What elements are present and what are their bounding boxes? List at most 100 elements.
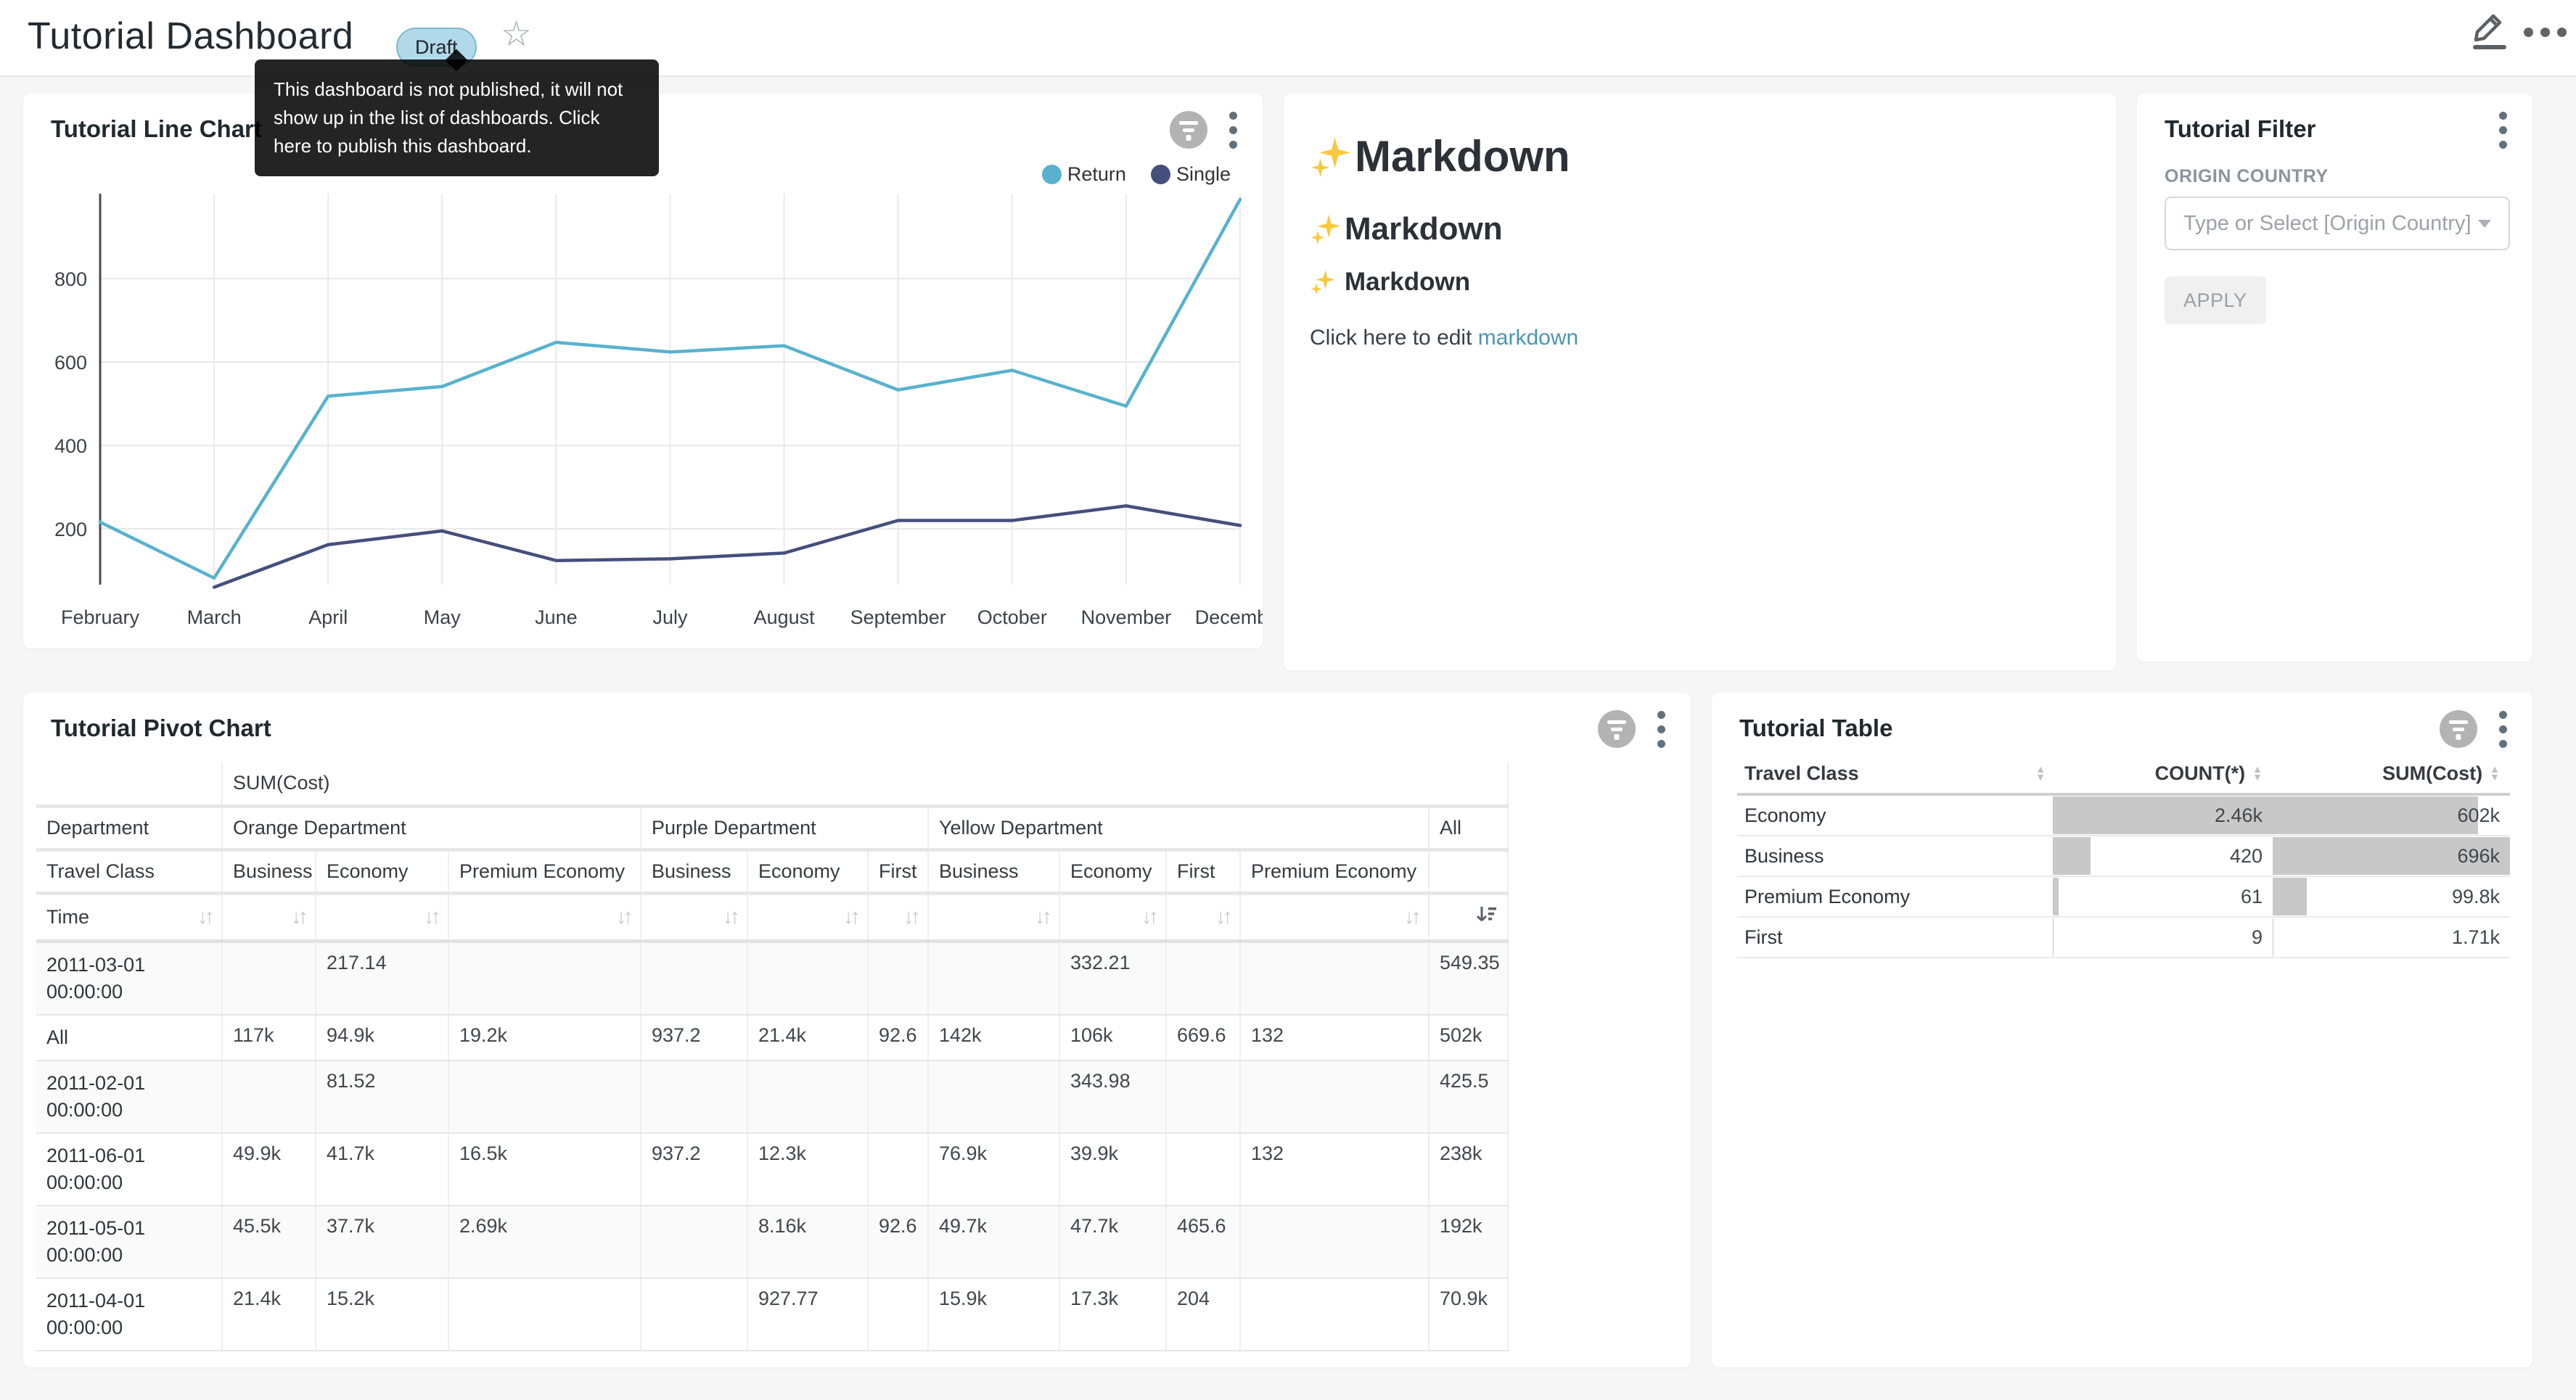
apply-button[interactable]: APPLY xyxy=(2165,276,2266,324)
pivot-chart-title: Tutorial Pivot Chart xyxy=(51,715,271,742)
travel-class-cell: First xyxy=(1737,918,2053,957)
pivot-row-label: 2011-05-01 00:00:00 xyxy=(36,1206,222,1278)
table-header-row: Travel Class▲▼COUNT(*)▲▼SUM(Cost)▲▼ xyxy=(1737,754,2510,796)
pivot-cell: 92.6 xyxy=(868,1015,928,1061)
pivot-cell xyxy=(641,1206,747,1278)
table-row: Business420696k xyxy=(1737,836,2510,877)
pivot-cell: 425.5 xyxy=(1429,1061,1508,1133)
pivot-cell: 217.14 xyxy=(316,941,448,1015)
svg-text:October: October xyxy=(977,606,1047,628)
pivot-row-label: 2011-04-01 00:00:00 xyxy=(36,1278,222,1351)
column-header-count[interactable]: COUNT(*)▲▼ xyxy=(2053,754,2273,793)
data-table: Travel Class▲▼COUNT(*)▲▼SUM(Cost)▲▼Econo… xyxy=(1737,754,2510,958)
svg-text:December: December xyxy=(1195,606,1263,628)
filter-kebab-menu-icon[interactable] xyxy=(2499,111,2509,149)
sort-caret-icon[interactable]: ▲▼ xyxy=(2490,765,2500,781)
pivot-cell xyxy=(448,941,641,1015)
sort-icon[interactable]: ↓↑ xyxy=(616,905,630,928)
travel-class-cell: Premium Economy xyxy=(1737,877,2053,916)
value-bar xyxy=(2053,878,2059,915)
sort-icon[interactable]: ↓↑ xyxy=(424,905,438,928)
pivot-cell xyxy=(222,1061,316,1133)
pivot-table: SUM(Cost)DepartmentOrange DepartmentPurp… xyxy=(36,762,1509,1351)
travel-class-cell: Economy xyxy=(1737,796,2053,835)
chart-kebab-menu-icon[interactable] xyxy=(1657,710,1668,748)
column-header-sum-cost[interactable]: SUM(Cost)▲▼ xyxy=(2273,754,2510,793)
pivot-cell: 343.98 xyxy=(1059,1061,1166,1133)
legend-item[interactable]: Return xyxy=(1042,163,1126,186)
pivot-row: 2011-04-01 00:00:0021.4k15.2k927.7715.9k… xyxy=(36,1278,1508,1351)
value-bar xyxy=(2053,837,2091,875)
svg-text:August: August xyxy=(754,606,816,628)
chart-legend: Return Single xyxy=(1042,163,1231,186)
filter-card-title: Tutorial Filter xyxy=(2165,115,2315,143)
applied-filters-icon[interactable] xyxy=(2440,710,2477,748)
pivot-row: 2011-05-01 00:00:0045.5k37.7k2.69k8.16k9… xyxy=(36,1206,1508,1278)
pivot-cell: 49.9k xyxy=(222,1133,316,1206)
origin-country-select[interactable]: Type or Select [Origin Country] xyxy=(2165,197,2510,250)
legend-item[interactable]: Single xyxy=(1151,163,1231,186)
legend-dot-icon xyxy=(1042,165,1062,184)
pivot-cell: 19.2k xyxy=(448,1015,641,1061)
sum-cell: 696k xyxy=(2273,836,2510,876)
count-cell: 420 xyxy=(2053,836,2273,876)
svg-text:800: 800 xyxy=(54,268,87,290)
pivot-group-header: Yellow Department xyxy=(928,806,1429,849)
svg-text:May: May xyxy=(424,606,462,628)
sparkles-icon xyxy=(1310,213,1342,245)
column-header-travel-class[interactable]: Travel Class▲▼ xyxy=(1737,754,2053,793)
pivot-cell: 549.35 xyxy=(1429,941,1508,1015)
sort-icon-active[interactable] xyxy=(1475,904,1497,926)
sort-icon[interactable]: ↓↑ xyxy=(843,905,857,928)
sort-icon[interactable]: ↓↑ xyxy=(1141,905,1155,928)
markdown-h1: Markdown xyxy=(1310,131,2090,181)
line-chart-card: Tutorial Line Chart ReturnSingle 2004006… xyxy=(23,94,1263,648)
sort-caret-icon[interactable]: ▲▼ xyxy=(2035,765,2046,781)
pivot-subcol-header: Business xyxy=(928,849,1059,893)
sparkles-icon xyxy=(1310,136,1352,178)
markdown-paragraph: Click here to edit markdown xyxy=(1310,326,2090,350)
svg-text:November: November xyxy=(1081,606,1172,628)
pivot-subcol-header: Economy xyxy=(316,849,448,893)
markdown-edit-link[interactable]: markdown xyxy=(1478,326,1578,350)
sort-icon[interactable]: ↓↑ xyxy=(1404,905,1418,928)
pivot-group-header: Orange Department xyxy=(222,806,641,849)
pivot-cell: 39.9k xyxy=(1059,1133,1166,1206)
table-row: First91.71k xyxy=(1737,918,2510,958)
pivot-subcol-header: Economy xyxy=(747,849,868,893)
favorite-star-icon[interactable]: ☆ xyxy=(501,16,532,54)
applied-filters-icon[interactable] xyxy=(1598,710,1636,748)
pivot-row: 2011-03-01 00:00:00217.14332.21549.35 xyxy=(36,941,1508,1015)
pivot-cell xyxy=(641,1278,747,1351)
chevron-down-icon xyxy=(2478,220,2491,228)
sort-icon[interactable]: ↓↑ xyxy=(291,905,305,928)
pivot-cell xyxy=(868,1061,928,1133)
chart-kebab-menu-icon[interactable] xyxy=(2499,710,2509,748)
pivot-cell xyxy=(1166,941,1240,1015)
header-more-menu-icon[interactable] xyxy=(2524,23,2567,41)
pivot-cell: 37.7k xyxy=(316,1206,448,1278)
sum-cell: 99.8k xyxy=(2273,877,2510,916)
pivot-cell: 17.3k xyxy=(1059,1278,1166,1351)
pivot-cell xyxy=(747,941,868,1015)
sort-caret-icon[interactable]: ▲▼ xyxy=(2252,765,2263,781)
table-card-title: Tutorial Table xyxy=(1739,715,1892,742)
pivot-cell: 21.4k xyxy=(747,1015,868,1061)
sort-icon[interactable]: ↓↑ xyxy=(1035,905,1049,928)
sort-icon[interactable]: ↓↑ xyxy=(197,905,211,929)
sort-icon[interactable]: ↓↑ xyxy=(723,905,737,928)
svg-text:February: February xyxy=(61,606,140,628)
pivot-cell: 132 xyxy=(1240,1015,1429,1061)
sort-icon[interactable]: ↓↑ xyxy=(903,905,917,928)
pivot-row-label: 2011-02-01 00:00:00 xyxy=(36,1061,222,1133)
markdown-h3: Markdown xyxy=(1310,268,2090,297)
pivot-cell: 94.9k xyxy=(316,1015,448,1061)
edit-dashboard-button[interactable] xyxy=(2466,3,2512,54)
pivot-row: All117k94.9k19.2k937.221.4k92.6142k106k6… xyxy=(36,1015,1508,1061)
pivot-cell: 192k xyxy=(1429,1206,1508,1278)
pivot-cell: 937.2 xyxy=(641,1133,747,1206)
sort-icon[interactable]: ↓↑ xyxy=(1215,905,1229,928)
pivot-cell: 47.7k xyxy=(1059,1206,1166,1278)
markdown-card: Markdown Markdown Markdown Click here to… xyxy=(1284,94,2116,670)
pivot-cell: 76.9k xyxy=(928,1133,1059,1206)
